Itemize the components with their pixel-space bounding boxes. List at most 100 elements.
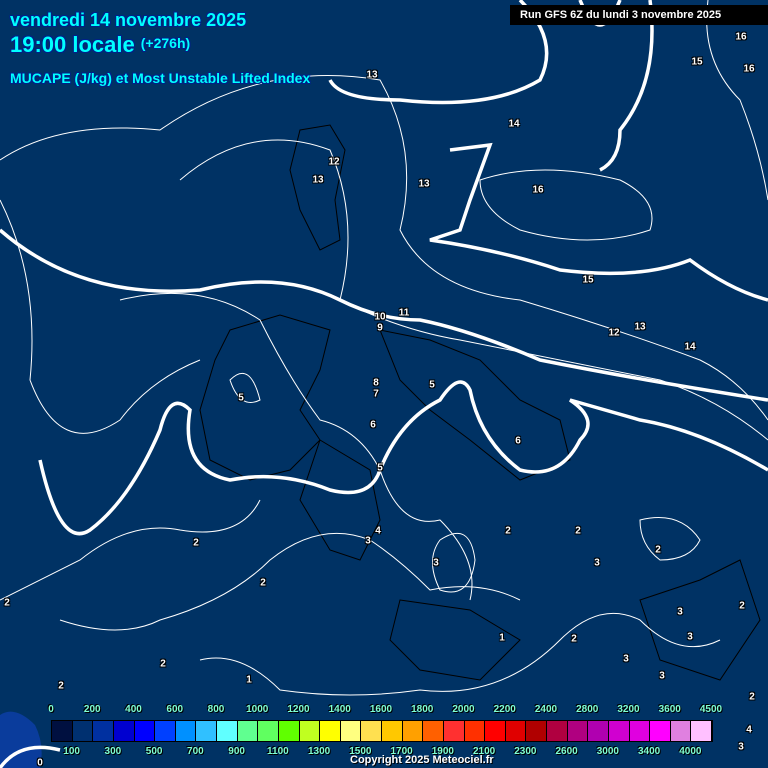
contour-label: 13: [312, 174, 324, 186]
legend-swatch: [464, 721, 486, 741]
contour-label: 2: [575, 525, 581, 537]
legend-tick-top: 2800: [576, 704, 599, 715]
contour-label: 2: [749, 691, 755, 703]
legend-swatch: [423, 721, 444, 741]
legend-swatch: [588, 721, 609, 741]
legend-swatch: [217, 721, 238, 741]
forecast-local-time: 19:00 locale: [10, 32, 135, 57]
contour-label: 2: [58, 680, 64, 692]
contour-label: 16: [735, 31, 747, 43]
legend-tick-top: 3200: [617, 704, 640, 715]
contour-label: 1: [499, 632, 505, 644]
legend-tick-top: 2000: [452, 704, 475, 715]
legend-tick-top: 600: [166, 704, 184, 715]
legend-swatch: [361, 721, 382, 741]
contour-label: 13: [634, 321, 646, 333]
contour-label: 12: [608, 327, 620, 339]
contour-label: 2: [193, 537, 199, 549]
legend-tick-top: 1800: [411, 704, 434, 715]
contour-label: 3: [623, 653, 629, 665]
forecast-date: vendredi 14 novembre 2025: [10, 10, 247, 30]
legend-tick-top: 0: [48, 704, 54, 715]
legend-tick-bottom: 700: [187, 746, 204, 757]
contour-label: 1: [246, 674, 252, 686]
legend-tick-top: 400: [125, 704, 142, 715]
legend-tick-bottom: 4000: [679, 746, 702, 757]
legend-swatch: [629, 721, 651, 741]
legend-tick-bottom: 1300: [308, 746, 331, 757]
legend-tick-bottom: 300: [104, 746, 122, 757]
legend-swatch: [567, 721, 589, 741]
legend-tick-top: 1400: [328, 704, 351, 715]
legend-swatch: [113, 721, 135, 741]
contour-label: 4: [375, 525, 381, 537]
contour-label: 2: [571, 633, 577, 645]
legend-tick-top: 2400: [534, 704, 558, 715]
map-contours: [0, 0, 768, 768]
contour-label: 10: [374, 311, 386, 323]
contour-label: 3: [677, 606, 683, 618]
legend-tick-bottom: 2300: [514, 746, 537, 757]
legend-tick-top: 200: [83, 704, 101, 715]
legend-swatch: [670, 721, 692, 741]
legend-tick-bottom: 1100: [267, 746, 289, 757]
legend-swatch: [237, 721, 259, 741]
legend-tick-top: 3600: [658, 704, 681, 715]
legend-swatch: [382, 721, 403, 741]
legend-swatch: [608, 721, 630, 741]
forecast-time: 19:00 locale (+276h): [10, 32, 190, 58]
legend-tick-bottom: 500: [145, 746, 163, 757]
legend-swatch: [402, 721, 424, 741]
contour-label: 15: [582, 274, 594, 286]
contour-label: 2: [160, 658, 166, 670]
legend-swatch: [485, 721, 506, 741]
contour-label: 3: [738, 741, 744, 753]
color-legend: [51, 720, 713, 742]
contour-label: 4: [746, 724, 752, 736]
contour-label: 14: [684, 341, 696, 353]
contour-label: 2: [4, 597, 10, 609]
legend-tick-top: 800: [207, 704, 225, 715]
legend-swatch: [691, 721, 712, 741]
legend-swatch: [72, 721, 94, 741]
legend-tick-top: 1000: [246, 704, 269, 715]
contour-label: 2: [260, 577, 266, 589]
legend-swatch: [175, 721, 197, 741]
contour-label: 13: [418, 178, 430, 190]
legend-swatch: [155, 721, 176, 741]
legend-tick-top: 4500: [699, 704, 723, 715]
thin-contours: [0, 0, 768, 696]
contour-label: 2: [655, 544, 661, 556]
contour-label: 5: [377, 462, 383, 474]
legend-swatch: [320, 721, 341, 741]
contour-label: 3: [433, 557, 439, 569]
legend-swatch: [299, 721, 321, 741]
contour-label: 3: [659, 670, 665, 682]
run-info: Run GFS 6Z du lundi 3 novembre 2025: [510, 5, 768, 25]
legend-tick-top: 1200: [287, 704, 310, 715]
legend-swatch: [134, 721, 156, 741]
weather-map: vendredi 14 novembre 2025 19:00 locale (+…: [0, 0, 768, 768]
legend-swatch: [443, 721, 465, 741]
contour-label: 13: [366, 69, 378, 81]
contour-label: 2: [739, 600, 745, 612]
contour-label: 3: [365, 535, 371, 547]
legend-swatch: [278, 721, 300, 741]
legend-tick-bottom: 2600: [555, 746, 578, 757]
legend-tick-bottom: 900: [228, 746, 245, 757]
contour-label: 7: [373, 388, 379, 400]
contour-label: 5: [429, 379, 435, 391]
legend-swatch: [196, 721, 217, 741]
contour-label: 15: [691, 56, 703, 68]
legend-swatch: [650, 721, 671, 741]
contour-label: 3: [687, 631, 693, 643]
legend-tick-top: 2200: [493, 704, 516, 715]
contour-label: 3: [594, 557, 600, 569]
parameter-title: MUCAPE (J/kg) et Most Unstable Lifted In…: [10, 70, 311, 86]
legend-tick-bottom: 3000: [596, 746, 619, 757]
legend-swatch: [547, 721, 568, 741]
contour-label: 6: [515, 435, 521, 447]
legend-tick-bottom: 100: [63, 746, 80, 757]
thick-contours: [0, 0, 768, 768]
legend-swatch: [93, 721, 114, 741]
